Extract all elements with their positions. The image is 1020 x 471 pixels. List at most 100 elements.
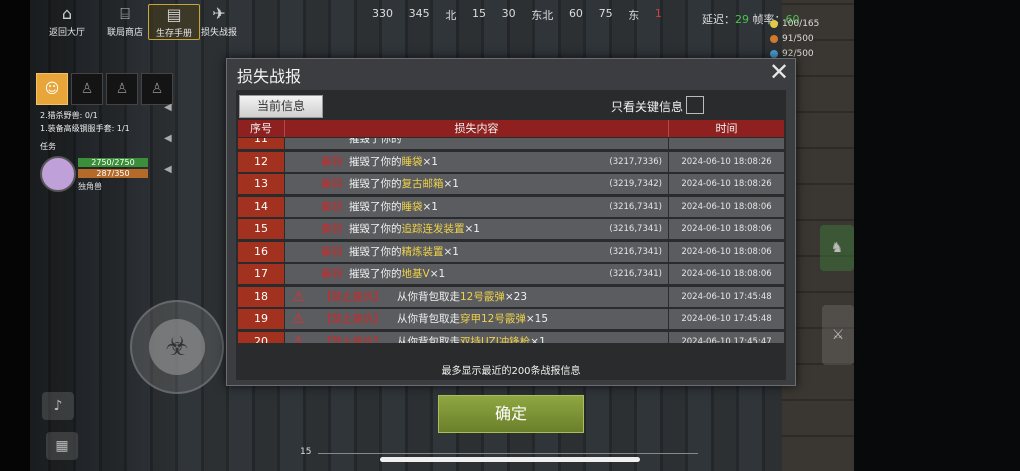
row-actor: 【禁止复仇】: [321, 313, 384, 325]
row-verb: 从你背包取走: [397, 290, 460, 303]
battle-report-icon: ✈: [212, 4, 226, 23]
table-row: 20 ⚠ 【禁止复仇】 从你背包取走双持UZI冲锋枪×1 2024-06-10 17:4…: [238, 331, 784, 344]
battle-report-button[interactable]: ✈ 损失战报: [194, 4, 244, 38]
row-actor: 秦羽: [321, 155, 342, 168]
compass-tick: 东: [628, 9, 640, 22]
player-name: 独角兽: [78, 182, 102, 191]
report-list[interactable]: 11 摧毁了你的 12 秦羽 摧毁了你的睡袋×1 (3217,7336) 2024-06-1…: [238, 138, 784, 343]
row-index: 20: [238, 331, 284, 343]
biohazard-icon: ☣: [149, 319, 205, 375]
row-actor: 秦羽: [321, 200, 342, 213]
row-coordinates: (3216,7341): [609, 246, 662, 257]
table-row: 11 摧毁了你的: [238, 138, 784, 149]
chevron-left-icon: ◀: [164, 133, 172, 144]
row-quantity: ×1: [422, 200, 438, 213]
confirm-button[interactable]: 确定: [438, 395, 584, 433]
team-slot-1[interactable]: ☺: [36, 73, 68, 105]
row-item: 睡袋: [401, 200, 423, 213]
warning-icon: ⚠: [292, 311, 305, 327]
shop-button[interactable]: ⌸ 联局商店: [100, 4, 150, 38]
row-quantity: ×1: [422, 155, 438, 168]
table-row: 15 秦羽 摧毁了你的追踪连发装置×1 (3216,7341) 2024-06-10 1…: [238, 219, 784, 239]
screen-edge-right: [854, 0, 1020, 471]
key-info-filter-label: 只看关键信息: [611, 100, 684, 114]
row-time: [669, 138, 784, 149]
shop-label: 联局商店: [106, 28, 143, 38]
row-actor: 秦羽: [321, 268, 342, 280]
row-quantity: ×1: [443, 178, 459, 190]
team-slot-3[interactable]: ♙: [106, 73, 138, 105]
experience-bar: [318, 453, 698, 454]
row-actor: 【禁止复仇】: [321, 335, 384, 344]
level-indicator: 15: [300, 447, 312, 457]
avatar[interactable]: [40, 156, 76, 192]
row-item: 复古邮箱: [401, 178, 444, 190]
compass-tick: 345: [408, 7, 430, 20]
row-index: 12: [238, 151, 284, 172]
row-verb: 摧毁了你的: [349, 200, 402, 213]
whistle-icon[interactable]: ♪: [42, 392, 74, 420]
health-bar: 2750/2750: [78, 158, 148, 167]
row-time: 2024-06-10 18:08:26: [669, 151, 784, 172]
row-content: 秦羽 摧毁了你的追踪连发装置×1 (3216,7341): [285, 219, 668, 239]
row-content: 秦羽 摧毁了你的睡袋×1 (3217,7336): [285, 151, 668, 172]
team-slot-2[interactable]: ♙: [71, 73, 103, 105]
screen-edge-left: [0, 0, 30, 471]
row-time: 2024-06-10 17:45:48: [669, 286, 784, 307]
row-item: 精炼装置: [401, 245, 444, 258]
row-actor: 秦羽: [321, 245, 342, 258]
back-to-lobby-label: 返回大厅: [48, 28, 85, 38]
survival-handbook-button[interactable]: ▤ 生存手册: [148, 4, 200, 40]
row-coordinates: (3217,7336): [609, 156, 662, 167]
team-slot-4[interactable]: ♙: [141, 73, 173, 105]
book-icon: ▤: [166, 5, 182, 24]
row-quantity: ×1: [530, 335, 546, 344]
row-index: 14: [238, 196, 284, 217]
row-time: 2024-06-10 18:08:06: [669, 196, 784, 217]
row-index: 19: [238, 309, 284, 329]
report-rows: 11 摧毁了你的 12 秦羽 摧毁了你的睡袋×1 (3217,7336) 2024-06-1…: [238, 138, 784, 343]
row-content: 秦羽 摧毁了你的地基V×1 (3216,7341): [285, 264, 668, 284]
row-verb: 摧毁了你的: [349, 138, 402, 145]
warning-icon: ⚠: [292, 288, 305, 305]
compass-tick: 30: [501, 7, 516, 20]
shop-icon: ⌸: [120, 4, 130, 23]
map-icon[interactable]: ▦: [46, 432, 78, 460]
side-collapse-arrows[interactable]: ◀ ◀ ◀: [164, 102, 174, 212]
row-time: 2024-06-10 18:08:26: [669, 174, 784, 194]
team-avatars: ☺ ♙ ♙ ♙: [36, 73, 173, 105]
row-verb: 摧毁了你的: [349, 223, 402, 235]
tab-current-info[interactable]: 当前信息: [239, 95, 323, 118]
compass-tick: 1: [654, 7, 662, 20]
row-time: 2024-06-10 18:08:06: [669, 264, 784, 284]
home-indicator[interactable]: [380, 457, 640, 462]
compass-tick: 东北: [531, 9, 554, 22]
food-icon: [770, 20, 778, 28]
row-verb: 从你背包取走: [397, 313, 460, 325]
compass-tick: 60: [568, 7, 583, 20]
back-to-lobby-button[interactable]: ⌂ 返回大厅: [42, 4, 92, 38]
loss-report-dialog: 损失战报 ✕ 当前信息 只看关键信息 序号 损失内容 时间 11 摧毁了你的 12 秦…: [226, 58, 796, 386]
row-content: 秦羽 摧毁了你的复古邮箱×1 (3219,7342): [285, 174, 668, 194]
row-action: 摧毁了你的睡袋×1: [349, 197, 438, 217]
energy-bar: 287/350: [78, 169, 148, 178]
compass-tick: 75: [598, 7, 613, 20]
chevron-left-icon: ◀: [164, 164, 172, 175]
row-content: ⚠ 【禁止复仇】 从你背包取走双持UZI冲锋枪×1: [285, 331, 668, 344]
crouch-icon[interactable]: ♞: [820, 225, 854, 271]
row-action: 从你背包取走穿甲12号霰弹×15: [397, 309, 548, 329]
movement-joystick[interactable]: ☣: [130, 300, 224, 394]
warning-icon: ⚠: [292, 333, 305, 344]
key-info-checkbox[interactable]: [686, 96, 704, 114]
status-bar-food: 100/165: [770, 18, 819, 30]
row-content: ⚠ 【禁止复仇】 从你背包取走穿甲12号霰弹×15: [285, 309, 668, 329]
row-actor: 秦羽: [321, 223, 342, 235]
row-index: 18: [238, 286, 284, 307]
report-footnote: 最多显示最近的200条战报信息: [441, 366, 581, 377]
row-action: 摧毁了你的复古邮箱×1: [349, 174, 459, 194]
row-action: 摧毁了你的追踪连发装置×1: [349, 219, 480, 239]
row-index: 15: [238, 219, 284, 239]
row-item: 穿甲12号霰弹: [460, 313, 526, 325]
knife-icon[interactable]: ⚔: [822, 305, 854, 365]
close-icon[interactable]: ✕: [767, 59, 791, 85]
